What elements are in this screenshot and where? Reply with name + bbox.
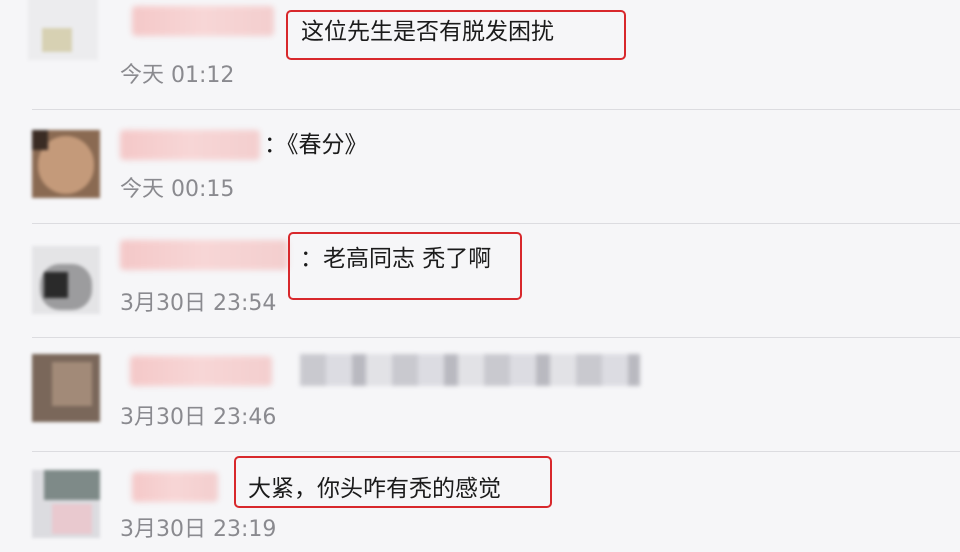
- redacted-username[interactable]: [132, 472, 218, 502]
- comment-text: 这位先生是否有脱发困扰: [301, 19, 554, 45]
- comment-list: 这位先生是否有脱发困扰 今天 01:12 ：《春分》 今天 00:15 ：老高同…: [0, 0, 960, 552]
- comment-text: ：《春分》: [264, 132, 368, 158]
- comment-timestamp: 今天 01:12: [120, 63, 235, 88]
- avatar[interactable]: [32, 246, 100, 314]
- comment-timestamp: 3月30日 23:54: [120, 291, 277, 316]
- comment-text: 大紧，你头咋有秃的感觉: [248, 476, 501, 502]
- redacted-username[interactable]: [120, 130, 260, 160]
- comment-item[interactable]: ：老高同志 秃了啊 3月30日 23:54: [0, 224, 960, 338]
- comment-item[interactable]: 大紧，你头咋有秃的感觉 3月30日 23:19: [0, 452, 960, 552]
- comment-timestamp: 今天 00:15: [120, 177, 235, 202]
- redacted-username[interactable]: [130, 356, 272, 386]
- redacted-username[interactable]: [132, 6, 274, 36]
- comment-text: ：老高同志 秃了啊: [300, 246, 492, 272]
- comment-item[interactable]: 这位先生是否有脱发困扰 今天 01:12: [0, 0, 960, 114]
- comment-item[interactable]: 3月30日 23:46: [0, 338, 960, 452]
- avatar[interactable]: [32, 470, 100, 538]
- avatar[interactable]: [28, 0, 98, 60]
- redacted-comment: [300, 354, 640, 386]
- comment-timestamp: 3月30日 23:19: [120, 517, 277, 542]
- redacted-username[interactable]: [120, 240, 288, 270]
- avatar[interactable]: [32, 130, 100, 198]
- comment-item[interactable]: ：《春分》 今天 00:15: [0, 110, 960, 224]
- comment-timestamp: 3月30日 23:46: [120, 405, 277, 430]
- avatar[interactable]: [32, 354, 100, 422]
